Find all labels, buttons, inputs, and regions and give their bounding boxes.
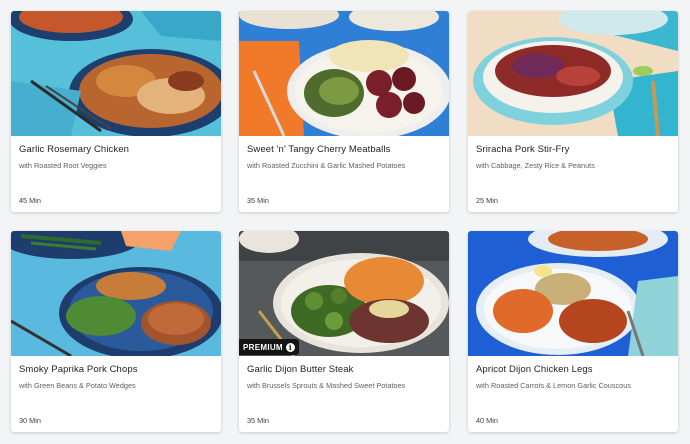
recipe-title: Sweet 'n' Tangy Cherry Meatballs <box>247 144 391 155</box>
recipe-photo <box>239 11 449 136</box>
recipe-photo <box>11 11 221 136</box>
recipe-title: Garlic Rosemary Chicken <box>19 144 129 155</box>
recipe-card[interactable]: Smoky Paprika Pork Chops with Green Bean… <box>11 231 221 432</box>
recipe-photo <box>11 231 221 356</box>
recipe-photo <box>468 231 678 356</box>
recipe-card[interactable]: Garlic Rosemary Chicken with Roasted Roo… <box>11 11 221 212</box>
recipe-cook-time: 40 Min <box>476 416 498 425</box>
recipe-subtitle: with Green Beans & Potato Wedges <box>19 381 136 390</box>
recipe-subtitle: with Cabbage, Zesty Rice & Peanuts <box>476 161 595 170</box>
recipe-title: Garlic Dijon Butter Steak <box>247 364 354 375</box>
recipe-cook-time: 35 Min <box>247 416 269 425</box>
premium-badge-label: PREMIUM <box>243 342 283 352</box>
recipe-subtitle: with Roasted Root Veggies <box>19 161 107 170</box>
recipe-cook-time: 45 Min <box>19 196 41 205</box>
recipe-title: Sriracha Pork Stir-Fry <box>476 144 570 155</box>
recipe-subtitle: with Roasted Carrots & Lemon Garlic Cous… <box>476 381 631 390</box>
recipe-title: Apricot Dijon Chicken Legs <box>476 364 593 375</box>
recipe-cook-time: 25 Min <box>476 196 498 205</box>
recipe-subtitle: with Brussels Sprouts & Mashed Sweet Pot… <box>247 381 406 390</box>
recipe-grid: Garlic Rosemary Chicken with Roasted Roo… <box>0 0 690 444</box>
recipe-cook-time: 35 Min <box>247 196 269 205</box>
info-icon[interactable]: i <box>285 342 295 352</box>
recipe-card[interactable]: PREMIUM i Garlic Dijon Butter Steak with… <box>239 231 449 432</box>
recipe-photo <box>239 231 449 356</box>
recipe-cook-time: 30 Min <box>19 416 41 425</box>
premium-badge[interactable]: PREMIUM i <box>239 339 299 355</box>
recipe-card[interactable]: Sriracha Pork Stir-Fry with Cabbage, Zes… <box>468 11 678 212</box>
recipe-subtitle: with Roasted Zucchini & Garlic Mashed Po… <box>247 161 406 170</box>
recipe-title: Smoky Paprika Pork Chops <box>19 364 138 375</box>
recipe-card[interactable]: Sweet 'n' Tangy Cherry Meatballs with Ro… <box>239 11 449 212</box>
recipe-photo <box>468 11 678 136</box>
recipe-card[interactable]: Apricot Dijon Chicken Legs with Roasted … <box>468 231 678 432</box>
